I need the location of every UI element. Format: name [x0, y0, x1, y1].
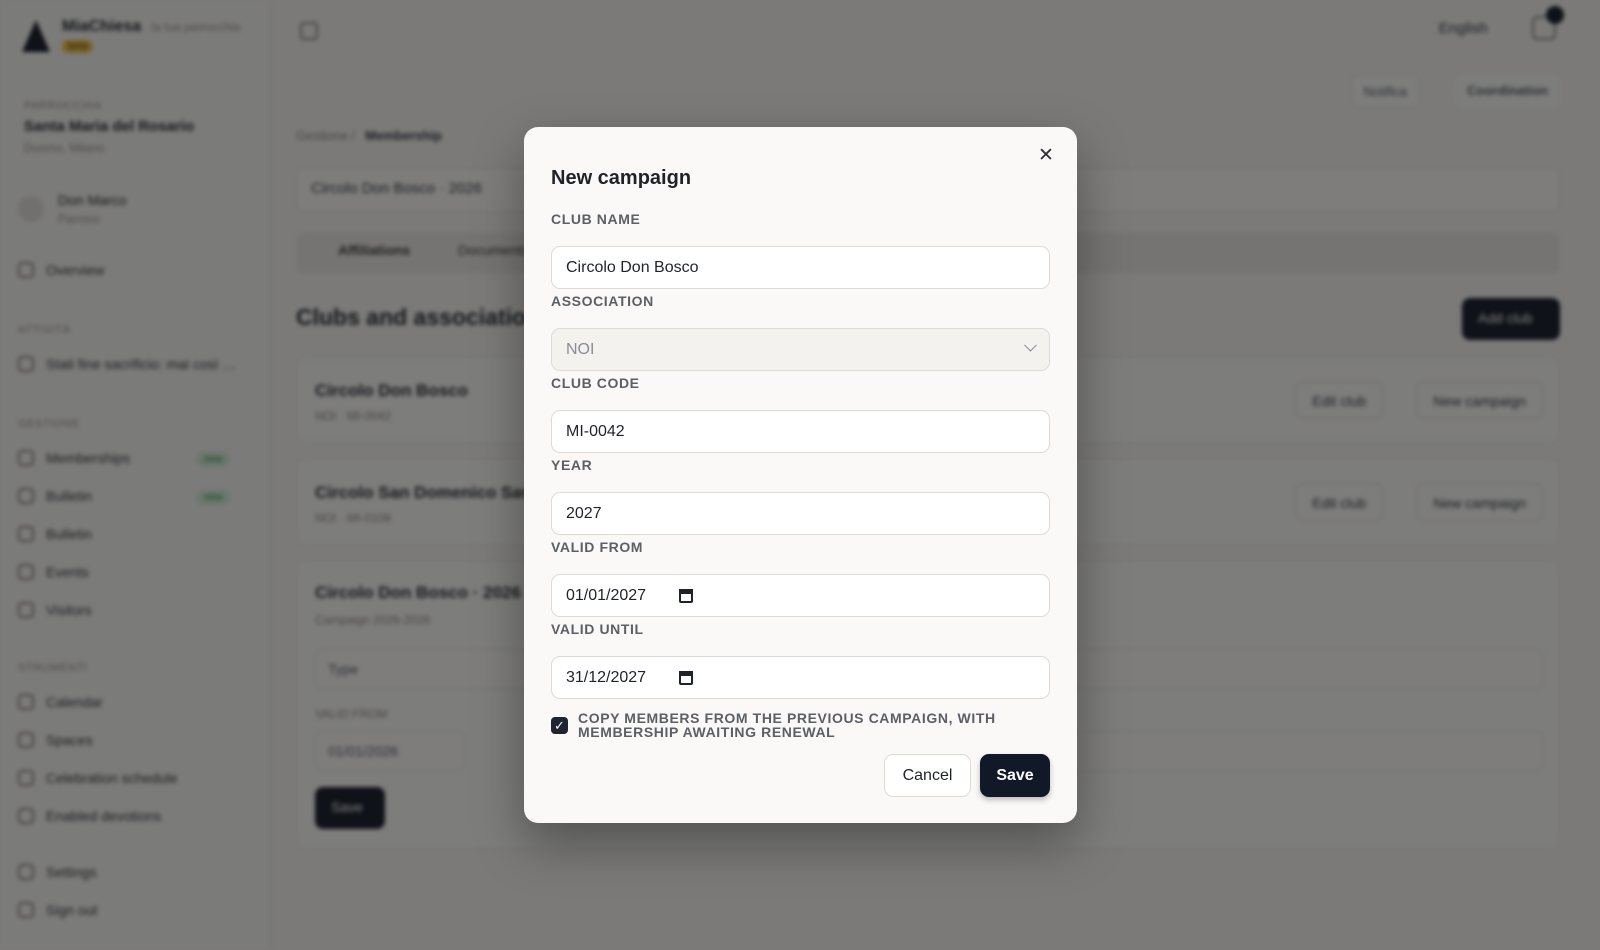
association-select[interactable]: NOI: [551, 328, 1050, 371]
dialog-title: New campaign: [551, 167, 692, 189]
club-name-label: CLUB NAME: [551, 211, 641, 227]
calendar-icon[interactable]: [679, 588, 693, 603]
club-code-label: CLUB CODE: [551, 375, 640, 391]
valid-until-value: 31/12/2027: [566, 668, 647, 686]
copy-members-checkbox[interactable]: ✓: [551, 716, 568, 734]
calendar-icon[interactable]: [679, 670, 693, 685]
valid-from-value: 01/01/2027: [566, 586, 647, 604]
close-icon[interactable]: ✕: [1035, 145, 1057, 167]
club-code-field[interactable]: MI-0042: [551, 410, 1050, 453]
valid-from-label: VALID FROM: [551, 539, 644, 555]
new-campaign-dialog: ✕ New campaign CLUB NAME Circolo Don Bos…: [524, 127, 1077, 823]
valid-until-field[interactable]: 31/12/2027: [551, 656, 1050, 699]
club-code-value: MI-0042: [566, 422, 625, 440]
year-label: YEAR: [551, 457, 593, 473]
copy-members-option[interactable]: ✓ COPY MEMBERS FROM THE PREVIOUS CAMPAIG…: [551, 711, 1031, 739]
cancel-button[interactable]: Cancel: [884, 754, 971, 797]
association-value: NOI: [566, 340, 595, 358]
year-field[interactable]: 2027: [551, 492, 1050, 535]
valid-until-label: VALID UNTIL: [551, 621, 644, 637]
save-button[interactable]: Save: [980, 754, 1050, 797]
club-name-value: Circolo Don Bosco: [566, 258, 699, 276]
copy-members-label: COPY MEMBERS FROM THE PREVIOUS CAMPAIGN,…: [578, 710, 996, 740]
chevron-down-icon: [1024, 338, 1037, 352]
valid-from-field[interactable]: 01/01/2027: [551, 574, 1050, 617]
club-name-field[interactable]: Circolo Don Bosco: [551, 246, 1050, 289]
year-value: 2027: [566, 504, 602, 522]
association-label: ASSOCIATION: [551, 293, 654, 309]
